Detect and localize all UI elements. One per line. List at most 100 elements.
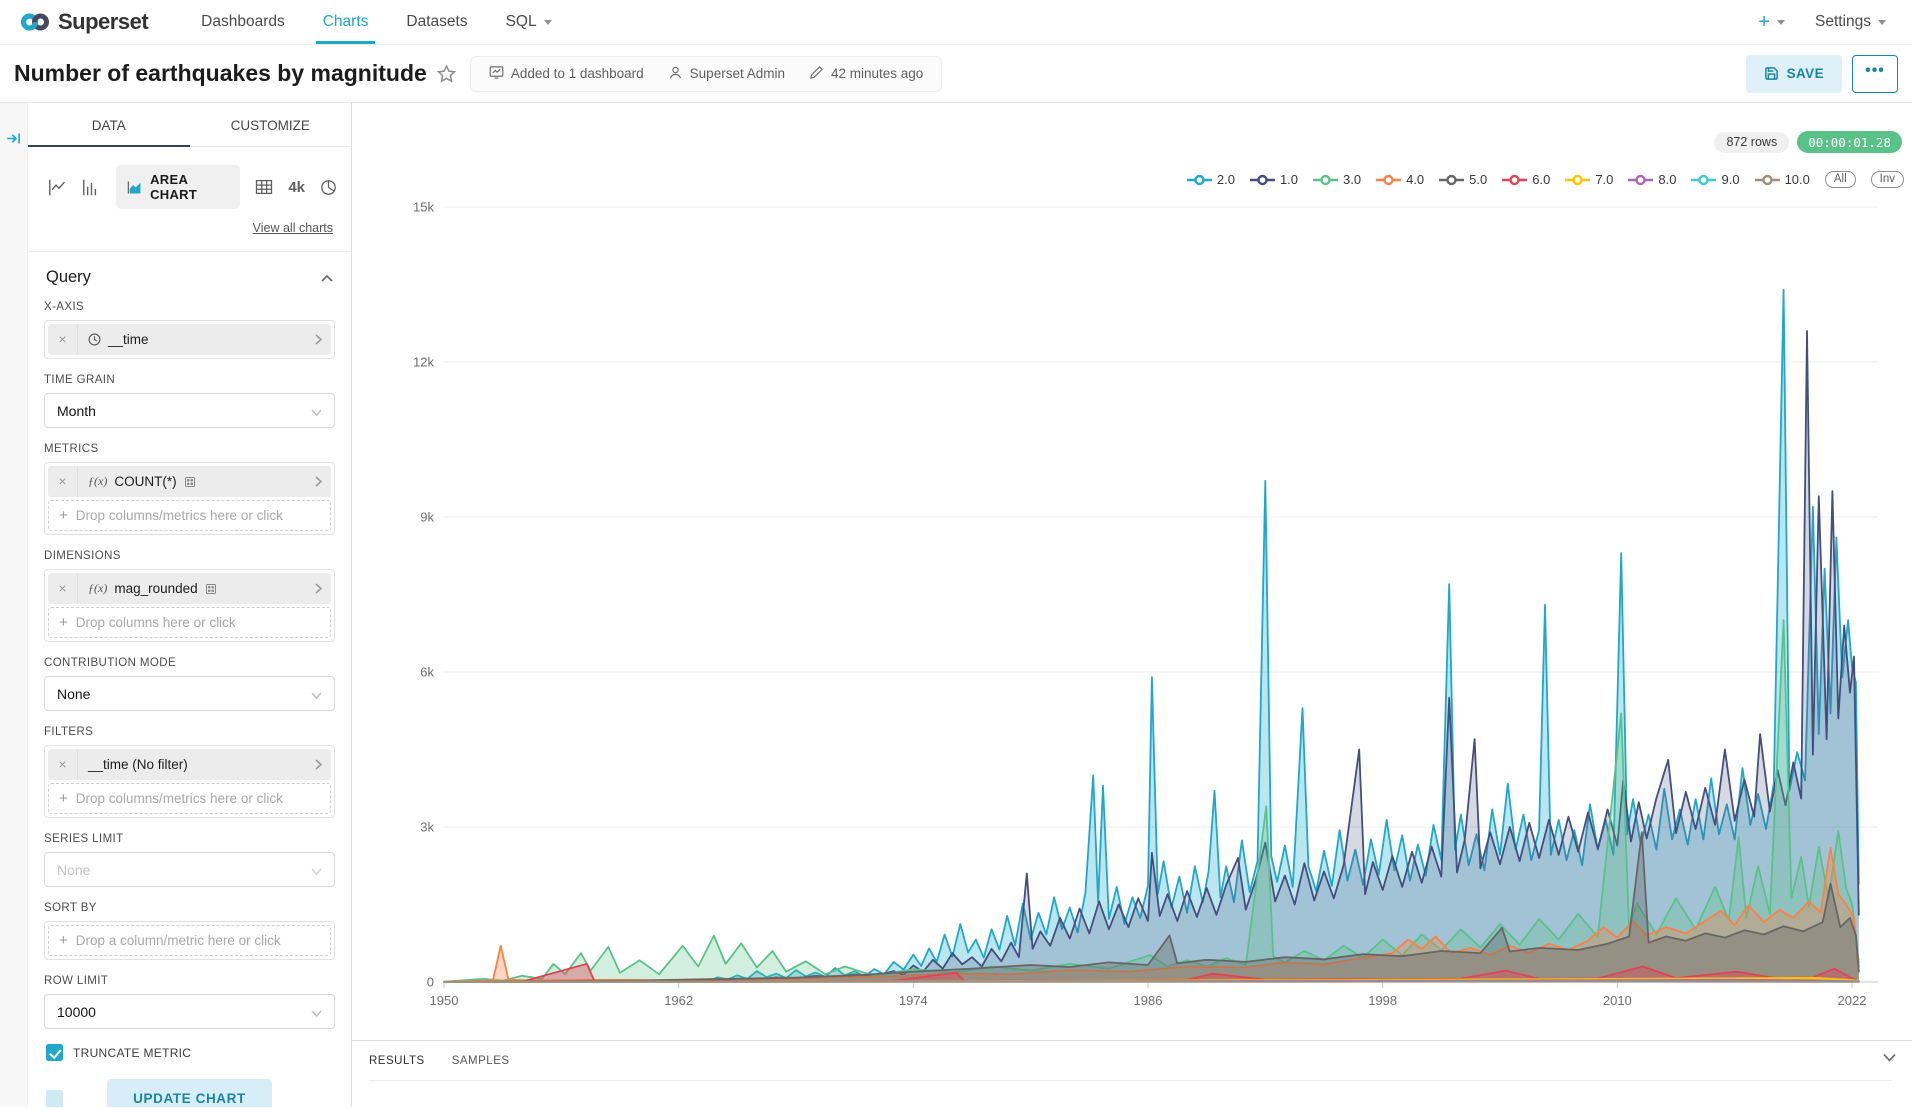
chart-legend: 2.0 1.0 3.0 4.0 5.0 6.0 7.0 8.0 9.0 10.0 All Inv <box>1187 171 1904 188</box>
meta-label: Added to 1 dashboard <box>511 66 644 81</box>
collapse-results-icon[interactable] <box>1883 1053 1896 1062</box>
legend-inv-button[interactable]: Inv <box>1871 171 1904 188</box>
filter-pill[interactable]: × __time (No filter) <box>48 749 331 780</box>
bar-chart-icon[interactable] <box>82 179 101 196</box>
meta-dashboard[interactable]: Added to 1 dashboard <box>477 65 656 83</box>
sort-by-dropzone[interactable]: + Drop a column/metric here or click <box>48 925 331 956</box>
area-chart[interactable]: 03k6k9k12k15k195019621974198619982010202… <box>352 103 1912 1040</box>
chevron-down-icon <box>311 1004 322 1020</box>
legend-item-6.0[interactable]: 6.0 <box>1502 172 1550 187</box>
query-section-title: Query <box>46 268 91 287</box>
metric-pill[interactable]: × ƒ(x) COUNT(*) <box>48 466 331 497</box>
save-icon <box>1764 66 1779 81</box>
legend-item-2.0[interactable]: 2.0 <box>1187 172 1235 187</box>
time-grain-select[interactable]: Month <box>44 393 335 428</box>
legend-label: 7.0 <box>1595 172 1613 187</box>
chevron-down-icon <box>1777 20 1785 25</box>
view-all-charts-link[interactable]: View all charts <box>253 221 333 235</box>
legend-item-8.0[interactable]: 8.0 <box>1628 172 1676 187</box>
plus-icon: + <box>59 614 68 631</box>
legend-label: 9.0 <box>1721 172 1739 187</box>
meta-label: 42 minutes ago <box>831 66 923 81</box>
legend-label: 8.0 <box>1658 172 1676 187</box>
table-icon[interactable] <box>255 179 273 195</box>
viz-type-label: AREA CHART <box>150 172 229 202</box>
big-number-icon[interactable]: 4k <box>288 179 305 196</box>
save-button[interactable]: SAVE <box>1746 55 1842 93</box>
legend-marker-icon <box>1313 174 1338 186</box>
nav-item-label: Charts <box>323 13 369 31</box>
row-limit-label: ROW LIMIT <box>44 975 335 987</box>
filters-field: × __time (No filter) + Drop columns/metr… <box>44 745 335 818</box>
meta-user[interactable]: Superset Admin <box>656 65 797 83</box>
legend-item-5.0[interactable]: 5.0 <box>1439 172 1487 187</box>
control-panel: DATACUSTOMIZE AREA CHART <box>28 103 352 1107</box>
superset-logo[interactable]: Superset <box>20 0 148 44</box>
legend-item-10.0[interactable]: 10.0 <box>1755 172 1810 187</box>
legend-item-7.0[interactable]: 7.0 <box>1565 172 1613 187</box>
results-tab-results[interactable]: RESULTS <box>369 1055 425 1067</box>
x-axis-field: × __time <box>44 320 335 359</box>
nav-item-label: Datasets <box>406 13 467 31</box>
dimensions-dropzone-text: Drop columns here or click <box>76 615 236 630</box>
remove-icon[interactable]: × <box>48 324 78 355</box>
row-limit-select[interactable]: 10000 <box>44 994 335 1029</box>
svg-text:1962: 1962 <box>664 993 693 1008</box>
new-item-button[interactable]: + <box>1758 11 1785 34</box>
more-options-button[interactable]: ••• <box>1852 55 1898 93</box>
tab-customize[interactable]: CUSTOMIZE <box>190 103 352 146</box>
update-chart-button[interactable]: UPDATE CHART <box>107 1079 272 1107</box>
nav-item-dashboards[interactable]: Dashboards <box>182 0 304 44</box>
series-limit-label: SERIES LIMIT <box>44 833 335 845</box>
series-limit-select[interactable]: None <box>44 852 335 887</box>
pie-chart-icon[interactable] <box>320 179 337 196</box>
svg-text:12k: 12k <box>413 355 434 370</box>
panel-tabs: DATACUSTOMIZE <box>28 103 351 147</box>
settings-menu[interactable]: Settings <box>1815 13 1886 31</box>
legend-marker-icon <box>1376 174 1401 186</box>
results-panel: RESULTS SAMPLES <box>352 1040 1912 1107</box>
legend-label: 3.0 <box>1343 172 1361 187</box>
chevron-down-icon <box>311 403 322 419</box>
truncate-metric-label: TRUNCATE METRIC <box>73 1046 191 1060</box>
chevron-right-icon <box>315 476 331 487</box>
collapse-section-icon[interactable] <box>321 274 333 282</box>
meta-pencil[interactable]: 42 minutes ago <box>797 65 935 83</box>
chevron-down-icon <box>311 862 322 878</box>
svg-text:1950: 1950 <box>430 993 459 1008</box>
remove-icon[interactable]: × <box>48 466 78 497</box>
panel-collapse-strip <box>0 103 28 1107</box>
dimensions-dropzone[interactable]: + Drop columns here or click <box>48 607 331 638</box>
remove-icon[interactable]: × <box>48 749 78 780</box>
contribution-mode-select[interactable]: None <box>44 676 335 711</box>
filters-dropzone[interactable]: + Drop columns/metrics here or click <box>48 783 331 814</box>
x-axis-pill[interactable]: × __time <box>48 324 331 355</box>
nav-item-charts[interactable]: Charts <box>304 0 388 44</box>
line-chart-icon[interactable] <box>48 179 67 196</box>
favorite-star-icon[interactable] <box>437 64 456 83</box>
pencil-icon <box>809 65 824 83</box>
metrics-field: × ƒ(x) COUNT(*) + <box>44 462 335 535</box>
remove-icon[interactable]: × <box>48 573 78 604</box>
chevron-down-icon <box>544 20 552 25</box>
legend-item-9.0[interactable]: 9.0 <box>1691 172 1739 187</box>
nav-item-sql[interactable]: SQL <box>487 0 571 44</box>
partially-visible-checkbox[interactable] <box>46 1090 63 1107</box>
nav-item-datasets[interactable]: Datasets <box>387 0 486 44</box>
viz-type-selected-area-chart[interactable]: AREA CHART <box>116 165 240 209</box>
query-timer-badge: 00:00:01.28 <box>1797 131 1902 153</box>
tab-data[interactable]: DATA <box>28 103 190 146</box>
truncate-metric-checkbox[interactable] <box>46 1044 63 1061</box>
dimension-pill[interactable]: × ƒ(x) mag_rounded <box>48 573 331 604</box>
expand-panel-icon[interactable] <box>6 131 21 146</box>
legend-item-1.0[interactable]: 1.0 <box>1250 172 1298 187</box>
legend-item-3.0[interactable]: 3.0 <box>1313 172 1361 187</box>
legend-item-4.0[interactable]: 4.0 <box>1376 172 1424 187</box>
function-icon: ƒ(x) <box>88 581 107 596</box>
legend-all-button[interactable]: All <box>1825 171 1856 188</box>
metrics-dropzone[interactable]: + Drop columns/metrics here or click <box>48 500 331 531</box>
chevron-down-icon <box>311 686 322 702</box>
svg-text:15k: 15k <box>413 200 434 215</box>
results-tab-samples[interactable]: SAMPLES <box>452 1055 510 1067</box>
page-title: Number of earthquakes by magnitude <box>14 60 427 87</box>
